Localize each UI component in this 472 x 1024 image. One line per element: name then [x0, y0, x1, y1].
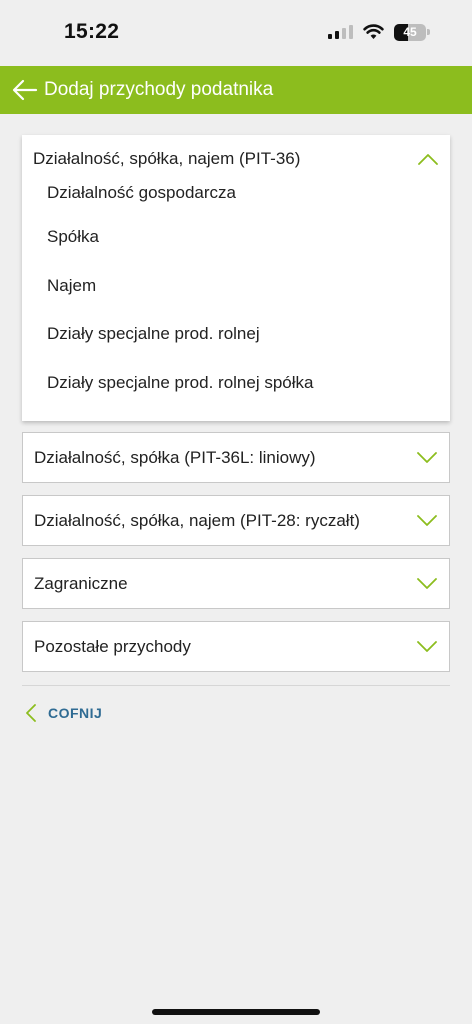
list-item-spolka[interactable]: Spółka [22, 213, 450, 262]
list-item-najem[interactable]: Najem [22, 262, 450, 311]
cofnij-label: COFNIJ [48, 705, 103, 721]
chevron-left-icon [26, 704, 36, 722]
cellular-signal-icon [328, 25, 353, 39]
section-zagraniczne[interactable]: Zagraniczne [22, 558, 450, 609]
app-bar: Dodaj przychody podatnika [0, 66, 472, 114]
status-bar: 15:22 45 [0, 0, 472, 64]
section-pit36-items: Działalność gospodarcza Spółka Najem Dzi… [22, 183, 450, 421]
status-icons: 45 [328, 23, 430, 41]
arrow-left-icon [12, 79, 38, 101]
back-button[interactable] [12, 78, 38, 102]
page-title: Dodaj przychody podatnika [44, 79, 274, 100]
list-item-dzialy-specjalne-spolka[interactable]: Działy specjalne prod. rolnej spółka [22, 359, 450, 408]
section-zagraniczne-header[interactable]: Zagraniczne [23, 559, 449, 608]
list-item-dzialalnosc-gospodarcza[interactable]: Działalność gospodarcza [22, 183, 450, 213]
section-pit36l-header[interactable]: Działalność, spółka (PIT-36L: liniowy) [23, 433, 449, 482]
section-pozostale-header[interactable]: Pozostałe przychody [23, 622, 449, 671]
wifi-icon [363, 24, 384, 39]
section-pit36-header[interactable]: Działalność, spółka, najem (PIT-36) [22, 135, 450, 183]
status-time: 15:22 [64, 20, 120, 43]
section-pit28[interactable]: Działalność, spółka, najem (PIT-28: rycz… [22, 495, 450, 546]
list-item-dzialy-specjalne[interactable]: Działy specjalne prod. rolnej [22, 310, 450, 359]
chevron-down-icon [416, 514, 438, 528]
section-title: Działalność, spółka (PIT-36L: liniowy) [34, 447, 316, 467]
divider [22, 685, 450, 686]
battery-icon: 45 [394, 23, 426, 41]
section-title: Zagraniczne [34, 573, 128, 593]
chevron-down-icon [416, 451, 438, 465]
battery-level: 45 [403, 25, 417, 39]
section-title: Pozostałe przychody [34, 636, 191, 656]
section-pit36: Działalność, spółka, najem (PIT-36) Dzia… [22, 135, 450, 421]
income-sections: Działalność, spółka, najem (PIT-36) Dzia… [22, 135, 450, 684]
section-pit28-header[interactable]: Działalność, spółka, najem (PIT-28: rycz… [23, 496, 449, 545]
home-indicator[interactable] [152, 1009, 320, 1015]
cofnij-link[interactable]: COFNIJ [26, 702, 102, 724]
section-title: Działalność, spółka, najem (PIT-36) [33, 149, 301, 168]
section-title: Działalność, spółka, najem (PIT-28: rycz… [34, 510, 360, 530]
chevron-down-icon [416, 577, 438, 591]
chevron-up-icon [417, 152, 439, 166]
section-pozostale[interactable]: Pozostałe przychody [22, 621, 450, 672]
chevron-down-icon [416, 640, 438, 654]
section-pit36l[interactable]: Działalność, spółka (PIT-36L: liniowy) [22, 432, 450, 483]
